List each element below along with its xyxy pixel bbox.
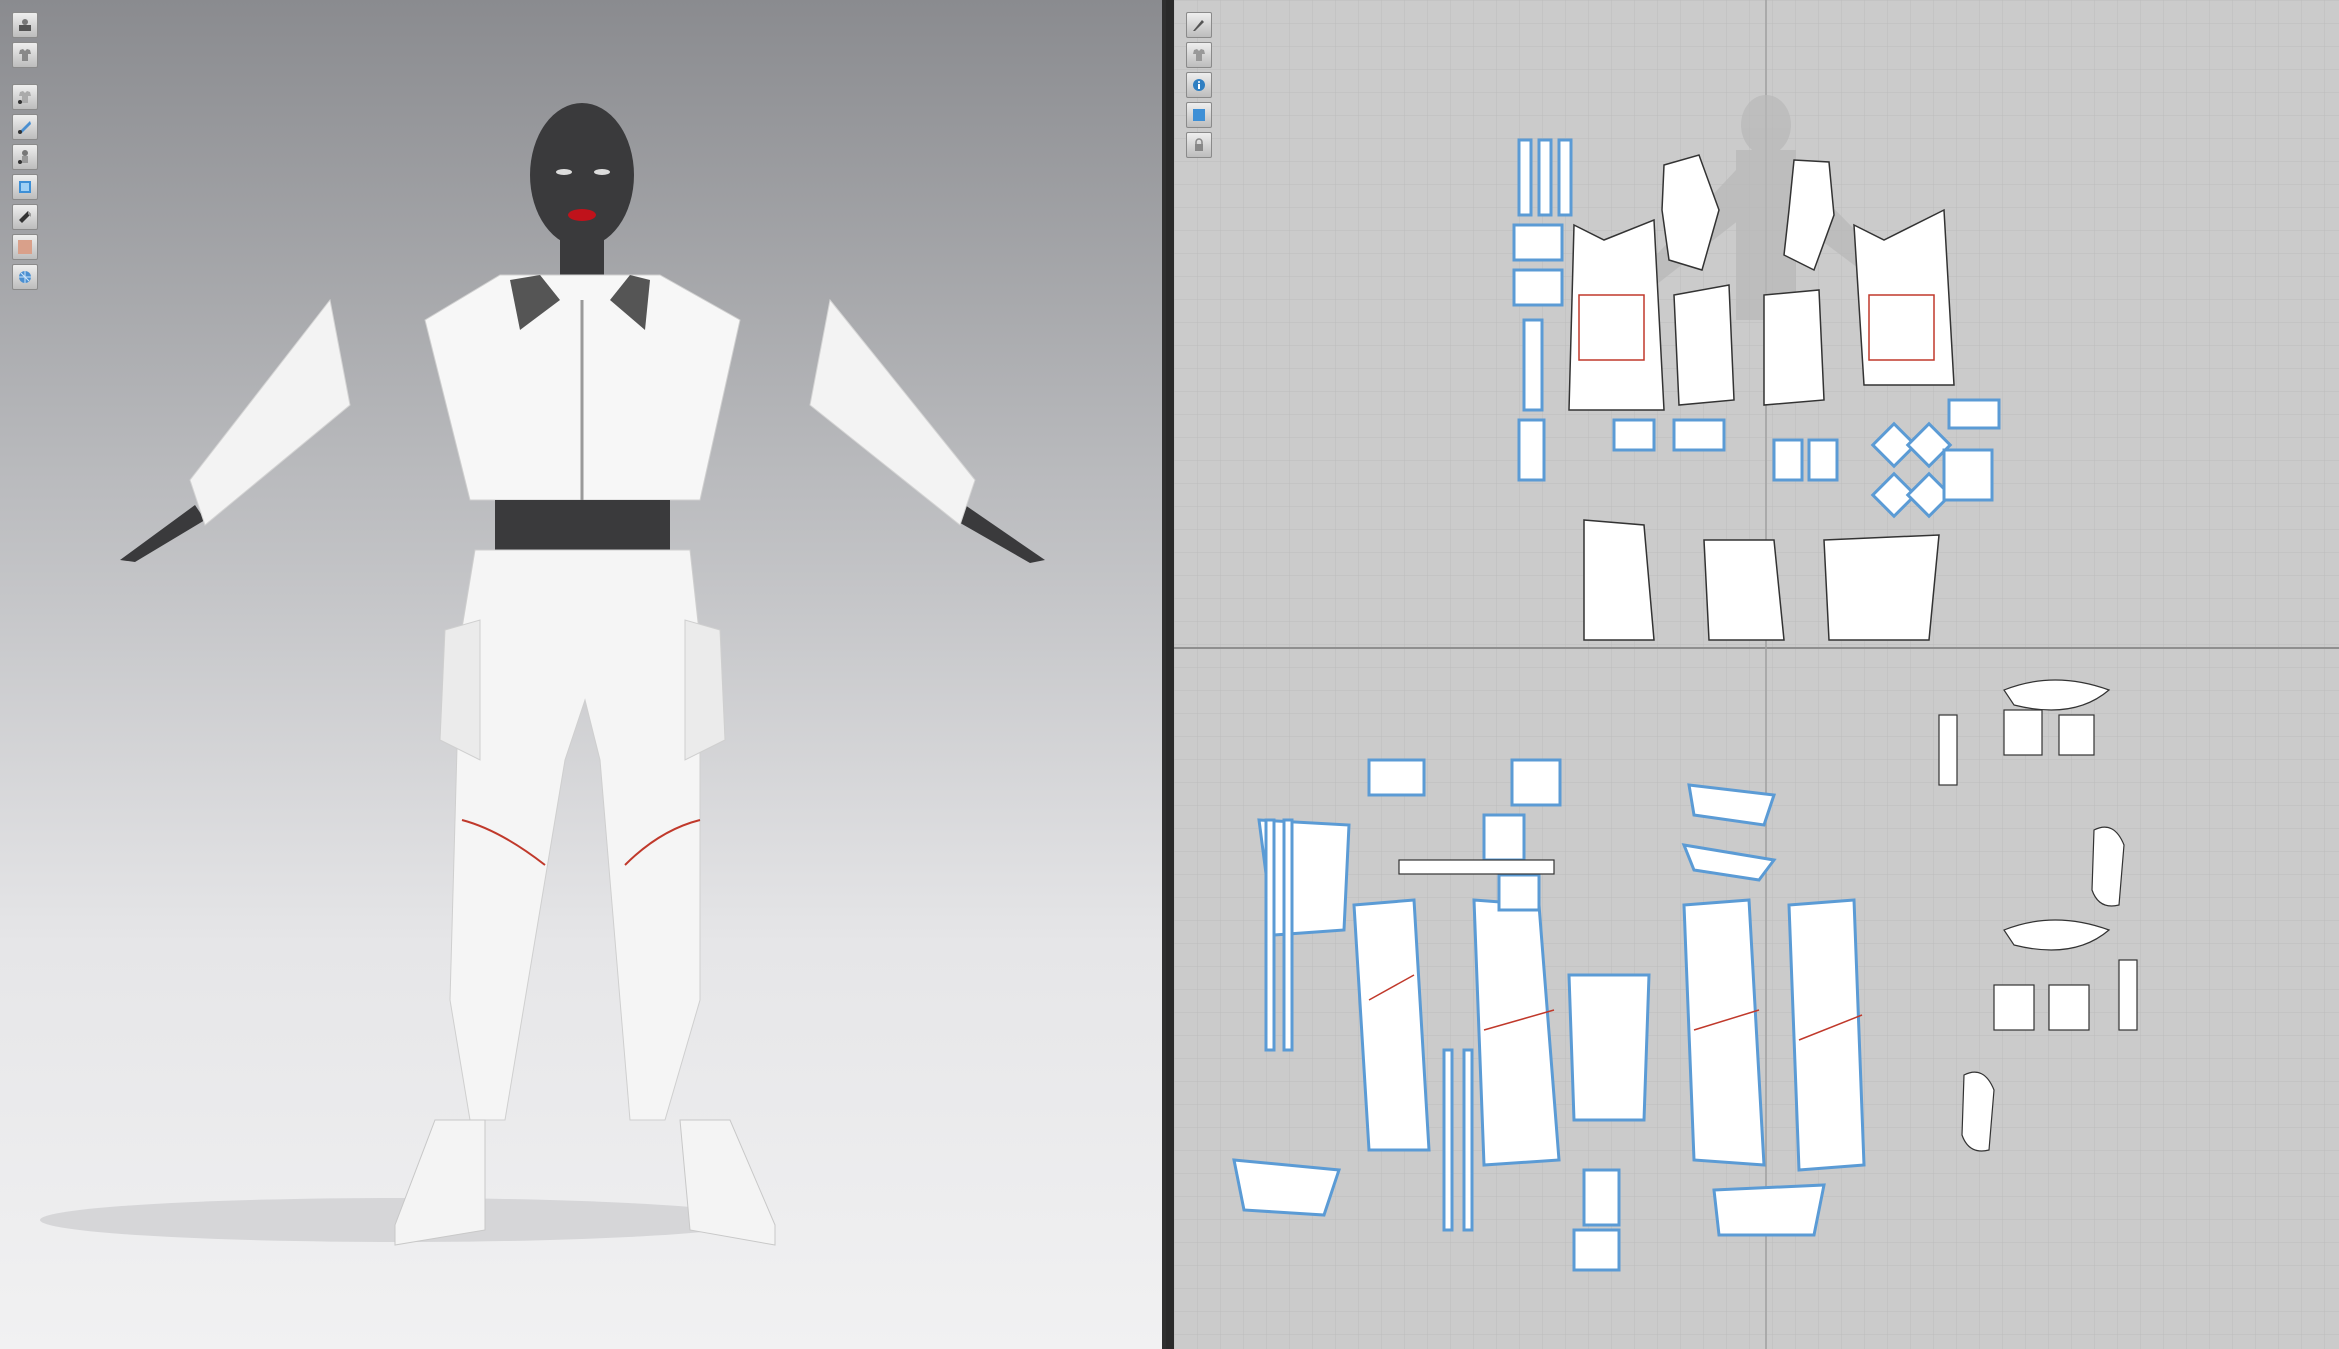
pattern-piece-collar-right[interactable] [1783,159,1835,272]
pattern-piece-shoe-strip-2[interactable] [2118,959,2138,1031]
pattern-piece-shoe-strip-1[interactable] [1938,714,1958,786]
pattern-piece-long-strip-2[interactable] [1282,818,1294,1052]
pattern-piece-hem-center[interactable] [1703,539,1785,641]
pattern-piece-pants-gusset[interactable] [1567,973,1651,1122]
right-sneaker [679,1119,776,1246]
pattern-piece-strip-4[interactable] [1522,318,1544,412]
pattern-piece-hem-right[interactable] [1823,534,1940,641]
right-hand [955,505,1045,563]
pattern-piece-cuff-2[interactable] [1942,448,1994,502]
pattern-piece-insole-1[interactable] [2091,826,2125,907]
avatar-neck [560,235,604,275]
pattern-pieces[interactable] [1174,0,2339,1349]
pattern-piece-hem-pants-left[interactable] [1232,1158,1342,1217]
avatar-eye-left [556,169,572,175]
left-hand [120,505,205,562]
pattern-piece-strip-2[interactable] [1537,138,1553,217]
pattern-piece-pocket-flap-1[interactable] [1512,223,1564,262]
avatar-head [530,103,634,247]
pattern-piece-pants-back-right[interactable] [1682,898,1766,1167]
pattern-piece-jacket-front-center-left[interactable] [1673,284,1735,406]
pattern-piece-cuff-1[interactable] [1947,398,2001,430]
pattern-piece-strip-1[interactable] [1517,138,1533,217]
pattern-piece-tab-2[interactable] [1612,418,1656,452]
pattern-piece-small-3[interactable] [1582,1168,1621,1227]
avatar-eye-right [594,169,610,175]
pattern-piece-small-1[interactable] [1772,438,1804,482]
pattern-piece-pocket-flap-2[interactable] [1512,268,1564,307]
lock-pattern-icon[interactable] [1186,132,1212,158]
pattern-piece-small-4[interactable] [1572,1228,1621,1272]
pattern-piece-collar-left[interactable] [1661,154,1720,271]
garment-view-icon[interactable] [1186,42,1212,68]
pattern-piece-pants-front-left[interactable] [1352,898,1431,1152]
right-sleeve [809,298,976,526]
pattern-piece-tab-1[interactable] [1517,418,1546,482]
3d-avatar-with-garment[interactable] [0,0,1162,1349]
pattern-piece-long-strip-4[interactable] [1462,1048,1474,1232]
pattern-piece-long-strip-1[interactable] [1264,818,1276,1052]
pattern-piece-shoe-upper-1[interactable] [2003,679,2111,711]
left-sleeve [189,298,351,526]
2d-pattern-window[interactable] [1174,0,2339,1349]
2d-pattern-toolbar [1186,12,1212,158]
pattern-piece-pocket-4[interactable] [1497,873,1541,912]
pattern-piece-insole-2[interactable] [1961,1071,1995,1152]
avatar-lips [568,209,596,221]
pattern-piece-jacket-front-center-right[interactable] [1763,289,1825,406]
pattern-piece-waistband-2[interactable] [1681,843,1777,882]
pattern-piece-long-strip-3[interactable] [1442,1048,1454,1232]
pattern-piece-strip-3[interactable] [1557,138,1573,217]
pattern-piece-small-2[interactable] [1807,438,1839,482]
pattern-piece-pants-back-left[interactable] [1472,898,1561,1167]
pattern-piece-waistband-1[interactable] [1687,783,1777,827]
pattern-piece-hem-left[interactable] [1583,519,1655,641]
left-cargo-pocket [439,619,481,761]
pattern-piece-hem-pants-right[interactable] [1712,1183,1826,1237]
pattern-piece-jacket-front-left[interactable] [1568,218,1665,411]
pattern-info-icon[interactable] [1186,72,1212,98]
pattern-piece-pants-front-right[interactable] [1787,898,1866,1172]
pattern-brush-icon[interactable] [1186,12,1212,38]
pattern-piece-pocket-3[interactable] [1482,813,1526,862]
pattern-piece-shoe-side-3[interactable] [1993,984,2035,1031]
3d-viewport[interactable] [0,0,1166,1349]
texture-view-icon[interactable] [1186,102,1212,128]
left-sneaker [394,1119,486,1246]
pattern-piece-shoe-upper-2[interactable] [2003,919,2111,951]
pattern-piece-pocket-1[interactable] [1367,758,1426,797]
pattern-piece-waistband-long[interactable] [1398,859,1555,875]
pattern-piece-shoe-side-2[interactable] [2058,714,2095,756]
pattern-piece-pocket-2[interactable] [1510,758,1562,807]
pattern-piece-tab-3[interactable] [1672,418,1726,452]
pattern-piece-shoe-side-4[interactable] [2048,984,2090,1031]
pattern-piece-shoe-side-1[interactable] [2003,709,2043,756]
avatar-midriff [495,500,670,550]
right-cargo-pocket [684,619,726,761]
